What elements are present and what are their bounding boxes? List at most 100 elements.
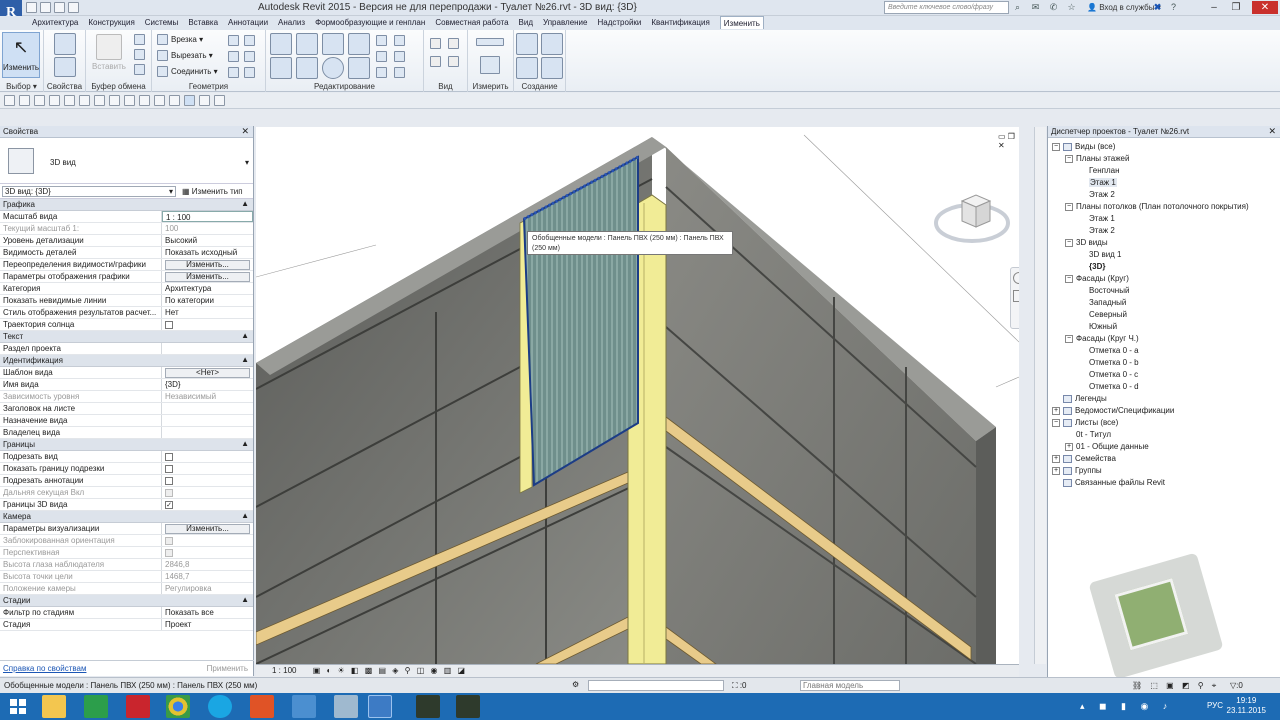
property-edit-button[interactable]: Изменить... (165, 260, 250, 270)
array-icon[interactable] (376, 51, 387, 62)
skype-icon[interactable] (208, 695, 232, 718)
collapse-icon[interactable]: ▲ (241, 511, 249, 520)
property-group-header[interactable]: Графика ▲ (0, 199, 253, 211)
browser-node[interactable]: − Планы этажей (1052, 153, 1280, 165)
sync-icon[interactable] (34, 95, 45, 106)
collapse-icon[interactable]: ▲ (241, 331, 249, 340)
tab-9[interactable]: Управление (543, 16, 587, 29)
model-canvas[interactable] (256, 127, 1019, 664)
text-tool-icon[interactable] (124, 95, 135, 106)
paste-button[interactable]: Вставить (90, 32, 128, 78)
maximize-button[interactable]: ❐ (1228, 1, 1244, 14)
remote-desktop-icon[interactable] (292, 695, 316, 718)
browser-node[interactable]: {3D} (1052, 261, 1280, 273)
explorer-icon[interactable] (42, 695, 66, 718)
modify-button[interactable]: ↖ Изменить (2, 32, 40, 78)
view-cube[interactable] (932, 189, 1012, 249)
tab-0[interactable]: Архитектура (32, 16, 78, 29)
redo-qat-icon[interactable] (64, 95, 75, 106)
dimension-icon[interactable] (480, 56, 500, 74)
chrome-icon[interactable] (166, 695, 190, 718)
split-icon[interactable] (376, 35, 387, 46)
tab-5[interactable]: Анализ (278, 16, 305, 29)
design-option-select[interactable]: Главная модель (800, 680, 900, 691)
geometry-tool-1-icon[interactable] (228, 35, 239, 46)
properties-icon[interactable] (54, 33, 76, 55)
geometry-tool-5-icon[interactable] (228, 67, 239, 78)
property-value[interactable]: Нет (162, 307, 253, 318)
collapse-icon[interactable]: − (1065, 202, 1073, 211)
linework-icon[interactable] (430, 56, 441, 67)
browser-node[interactable]: Северный (1052, 309, 1280, 321)
editing-requests-icon[interactable]: ⛶ :0 (732, 681, 747, 691)
join-button[interactable]: Соединить ▾ (157, 66, 218, 77)
selection-filter-icons[interactable]: ⛓ ⬚ ▣ ◩ ⚲ ⌖ (1132, 681, 1219, 691)
property-value[interactable] (162, 463, 253, 474)
pin-icon[interactable] (376, 67, 387, 78)
paint-icon[interactable] (448, 56, 459, 67)
browser-node[interactable]: 0t - Титул (1052, 429, 1280, 441)
open-file-icon[interactable] (4, 95, 15, 106)
move-icon[interactable] (270, 57, 292, 79)
offset-icon[interactable] (296, 33, 318, 55)
favorites-icon[interactable]: ☆ (1066, 2, 1077, 13)
collapse-icon[interactable]: − (1065, 274, 1073, 283)
collapse-icon[interactable]: ▲ (241, 355, 249, 364)
thin-lines-icon[interactable] (169, 95, 180, 106)
copy-element-icon[interactable] (296, 57, 318, 79)
property-value[interactable]: Показать все (162, 607, 253, 618)
cope-button[interactable]: Врезка ▾ (157, 34, 203, 45)
browser-node[interactable]: Южный (1052, 321, 1280, 333)
workset-select[interactable] (588, 680, 724, 691)
view-scale[interactable]: 1 : 100 (272, 666, 296, 675)
browser-node[interactable]: − Фасады (Круг) (1052, 273, 1280, 285)
tab-12[interactable]: Изменить (719, 16, 764, 29)
property-value[interactable]: {3D} (162, 379, 253, 390)
collapse-icon[interactable]: ▲ (241, 199, 249, 208)
property-value[interactable]: Показать исходный (162, 247, 253, 258)
sign-in-button[interactable]: 👤 Вход в службы ▾ (1087, 3, 1161, 12)
property-value[interactable]: 1 : 100 (162, 211, 253, 222)
browser-node[interactable]: Генплан (1052, 165, 1280, 177)
expand-icon[interactable]: + (1052, 466, 1060, 475)
expand-icon[interactable]: + (1065, 442, 1073, 451)
copy-icon[interactable] (134, 49, 145, 60)
acrobat-icon[interactable] (126, 695, 150, 718)
property-group-header[interactable]: Стадии ▲ (0, 595, 253, 607)
geometry-tool-4-icon[interactable] (244, 51, 255, 62)
property-value[interactable]: <Нет> (162, 367, 253, 378)
browser-node[interactable]: +01 - Общие данные (1052, 441, 1280, 453)
browser-node[interactable]: Отметка 0 - b (1052, 357, 1280, 369)
delete-icon[interactable] (394, 67, 405, 78)
tab-10[interactable]: Надстройки (597, 16, 641, 29)
view-control-icons[interactable]: ▣ ◐ ☀ ◧ ▩ ▤ ◈ ⚲ ◫ ◉ ▥ ◪ (313, 666, 467, 675)
geometry-tool-2-icon[interactable] (244, 35, 255, 46)
browser-node[interactable]: Этаж 2 (1052, 189, 1280, 201)
windows-start-icon[interactable] (10, 699, 26, 714)
binoculars-icon[interactable]: ⌕ (1012, 2, 1023, 13)
viewport-restore-icon[interactable]: ▭ ❐ ✕ (998, 132, 1019, 150)
browser-node[interactable]: Отметка 0 - a (1052, 345, 1280, 357)
apply-button[interactable]: Применить (207, 664, 248, 673)
collapse-icon[interactable]: ▲ (241, 595, 249, 604)
tab-7[interactable]: Совместная работа (435, 16, 508, 29)
property-edit-button[interactable]: <Нет> (165, 368, 250, 378)
app-icon[interactable] (250, 695, 274, 718)
geometry-tool-6-icon[interactable] (244, 67, 255, 78)
property-group-header[interactable]: Текст ▲ (0, 331, 253, 343)
customize-qat-icon[interactable] (214, 95, 225, 106)
property-value[interactable]: Проект (162, 619, 253, 630)
browser-node[interactable]: + Ведомости/Спецификации (1052, 405, 1280, 417)
select-panel-label[interactable]: Выбор ▾ (0, 82, 43, 91)
property-value[interactable]: Изменить... (162, 259, 253, 270)
browser-node[interactable]: Отметка 0 - c (1052, 369, 1280, 381)
mirror-draw-icon[interactable] (348, 33, 370, 55)
type-properties-icon[interactable] (54, 57, 76, 77)
browser-node[interactable]: −3D виды (1052, 237, 1280, 249)
split-gap-icon[interactable] (394, 35, 405, 46)
measure-qat-icon[interactable] (94, 95, 105, 106)
close-hidden-icon[interactable] (184, 95, 195, 106)
property-value[interactable]: Высокий (162, 235, 253, 246)
close-button[interactable]: ✕ (1252, 1, 1278, 14)
browser-node[interactable]: Легенды (1052, 393, 1280, 405)
